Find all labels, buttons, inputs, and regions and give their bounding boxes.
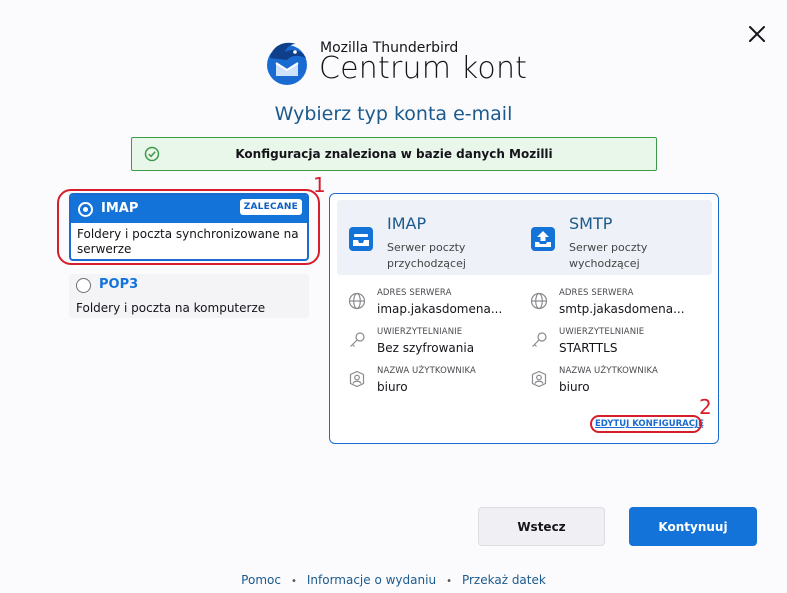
close-button[interactable] [744,21,770,47]
edit-configuration-link[interactable]: EDYTUJ KONFIGURACJĘ [595,419,704,429]
recommended-badge: ZALECANE [239,199,302,215]
outgoing-server-value: smtp.jakasdomena... [559,302,685,316]
separator-dot: • [446,576,452,587]
outgoing-server-label: ADRES SERWERA [559,288,634,298]
incoming-subtitle: Serwer poczty przychodzącej [387,241,466,270]
outgoing-server-icon [531,227,555,251]
incoming-server-label: ADRES SERWERA [377,288,452,298]
release-notes-link[interactable]: Informacje o wydaniu [307,573,436,587]
incoming-auth-value: Bez szyfrowania [377,341,475,355]
incoming-user-value: biuro [377,380,408,394]
option-description: Foldery i poczta synchronizowane na serw… [77,227,299,256]
help-link[interactable]: Pomoc [241,573,281,587]
page-title: Centrum kont [319,51,528,86]
server-config-panel: IMAP Serwer poczty przychodzącej SMTP Se… [329,193,719,444]
annotation-number-2: 2 [699,395,712,419]
account-type-pop3-option[interactable]: POP3 Foldery i poczta na komputerze [69,274,309,318]
server-summary: IMAP Serwer poczty przychodzącej SMTP Se… [337,200,712,275]
outgoing-auth-label: UWIERZYTELNIANIE [559,327,645,337]
notice-text: Konfiguracja znaleziona w bazie danych M… [235,147,553,161]
incoming-server-icon [349,227,373,251]
footer-links: Pomoc • Informacje o wydaniu • Przekaż datek [0,573,787,587]
outgoing-subtitle: Serwer poczty wychodzącej [569,241,648,270]
outgoing-protocol: SMTP [569,214,613,233]
incoming-auth-label: UWIERZYTELNIANIE [377,327,463,337]
donate-link[interactable]: Przekaż datek [462,573,546,587]
globe-icon [530,292,548,310]
option-name: IMAP [101,201,139,216]
section-heading: Wybierz typ konta e-mail [274,103,513,125]
outgoing-user-label: NAZWA UŻYTKOWNIKA [559,366,658,376]
thunderbird-logo-icon [267,42,307,85]
globe-icon [348,292,366,310]
incoming-server-value: imap.jakasdomena... [377,302,503,316]
outgoing-auth-value: STARTTLS [559,341,618,355]
outgoing-user-value: biuro [559,380,590,394]
incoming-protocol: IMAP [387,214,427,233]
account-type-imap-option[interactable]: IMAP ZALECANE Foldery i poczta synchroni… [69,193,309,261]
user-icon [349,370,365,388]
imap-radio[interactable] [78,202,93,217]
incoming-user-label: NAZWA UŻYTKOWNIKA [377,366,476,376]
option-description: Foldery i poczta na komputerze [76,301,266,315]
annotation-number-1: 1 [313,173,326,197]
continue-button[interactable]: Kontynuuj [629,507,757,546]
option-header: IMAP ZALECANE [71,195,307,223]
config-found-notice: Konfiguracja znaleziona w bazie danych M… [131,137,657,171]
separator-dot: • [290,576,297,587]
close-icon [749,26,765,42]
pop3-radio[interactable] [76,278,91,293]
user-icon [531,370,547,388]
back-button[interactable]: Wstecz [478,507,605,546]
key-icon [350,332,365,347]
key-icon [532,332,547,347]
option-name: POP3 [99,277,139,292]
